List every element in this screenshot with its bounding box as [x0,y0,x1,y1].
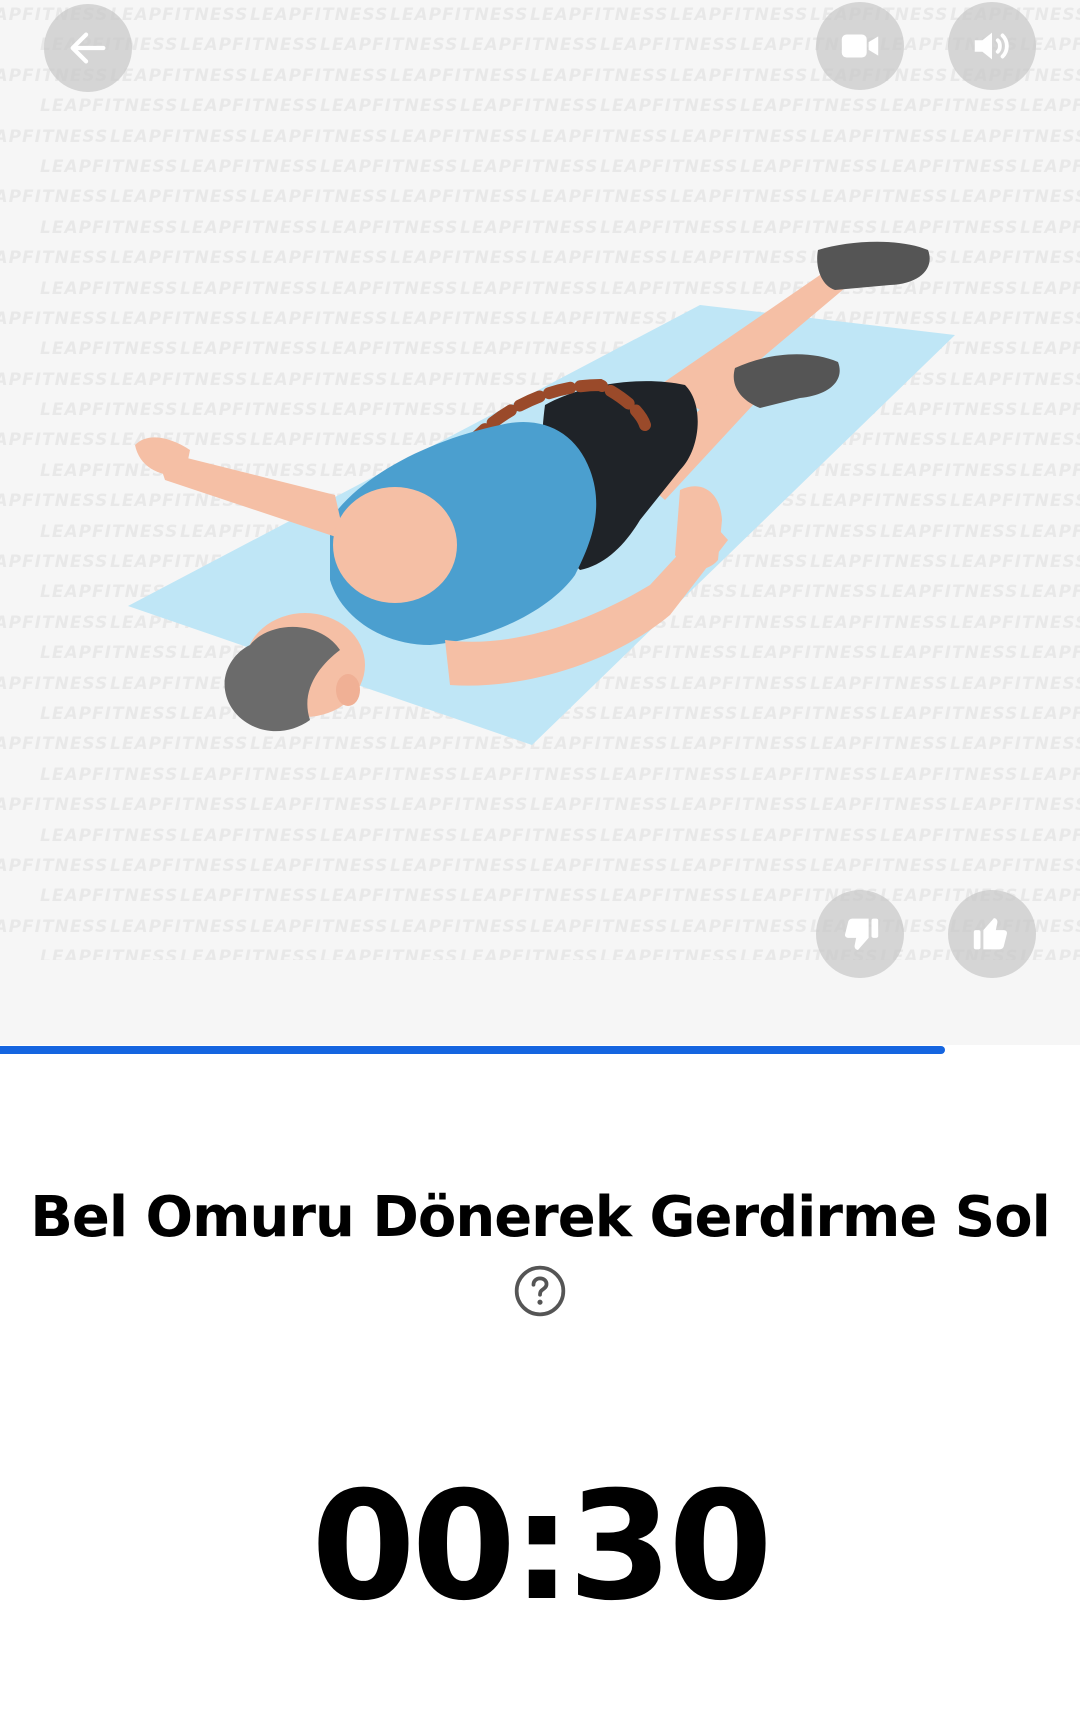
back-shoe [817,241,930,290]
question-circle-icon [514,1265,566,1317]
video-camera-icon [841,34,879,58]
exercise-title: Bel Omuru Dönerek Gerdirme Sol [30,1185,1051,1250]
shoulder [333,487,457,603]
dislike-button[interactable] [816,890,904,978]
left-hand [135,437,190,476]
exercise-illustration-area: LEAPFITNESSLEAPFITNESSLEAPFITNESSLEAPFIT… [0,0,1080,1045]
exercise-progress-bar [0,1046,945,1054]
ear [336,674,360,706]
speaker-icon [974,32,1009,60]
thumbs-up-icon [973,918,1008,950]
like-button[interactable] [948,890,1036,978]
back-button[interactable] [44,4,132,92]
help-button[interactable] [512,1263,568,1319]
right-hand [675,486,722,570]
thumbs-down-icon [844,918,879,950]
exercise-illustration [128,241,955,745]
sound-button[interactable] [948,2,1036,90]
countdown-timer: 00:30 [311,1460,772,1634]
video-button[interactable] [816,2,904,90]
arrow-left-icon [70,32,106,64]
